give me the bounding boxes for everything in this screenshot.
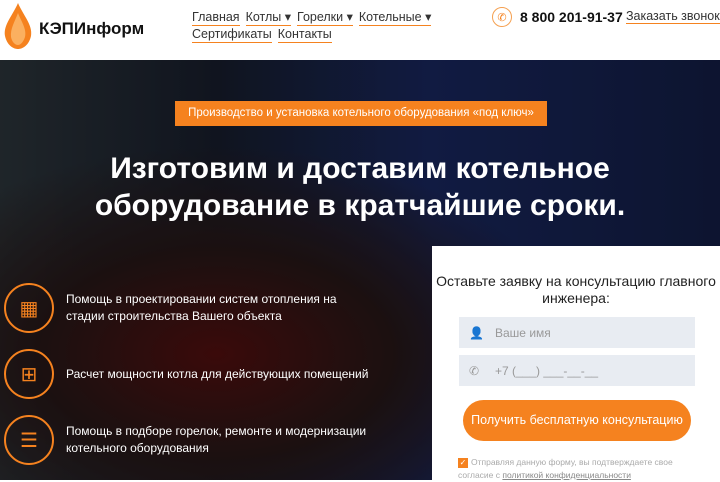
submit-button[interactable]: Получить бесплатную консультацию bbox=[463, 400, 691, 441]
phone-placeholder: +7 (___) ___-__-__ bbox=[495, 363, 599, 378]
feature-text: Помощь в подборе горелок, ремонте и моде… bbox=[66, 424, 367, 455]
phone-block[interactable]: ✆ 8 800 201-91-37 bbox=[492, 7, 623, 27]
feature-item: ☰ Помощь в подборе горелок, ремонте и мо… bbox=[4, 415, 376, 465]
privacy-link[interactable]: политикой конфиденциальности bbox=[502, 470, 631, 480]
nav-boilers[interactable]: Котлы ▾ bbox=[245, 9, 292, 26]
main-nav: Главная Котлы ▾ Горелки ▾ Котельные ▾ Серти… bbox=[192, 9, 452, 43]
user-icon: 👤 bbox=[469, 325, 484, 340]
phone-number: 8 800 201-91-37 bbox=[520, 9, 623, 25]
phone-input[interactable]: ✆ +7 (___) ___-__-__ bbox=[459, 355, 695, 386]
consent: ✓ Отправляя данную форму, вы подтверждает… bbox=[458, 456, 708, 482]
hero-title: Изготовим и доставим котельное оборудова… bbox=[94, 152, 626, 222]
feature-item: ▦ Помощь в проектировании систем отоплен… bbox=[4, 283, 376, 333]
logo-text: КЭПИнформ bbox=[39, 19, 145, 38]
feature-item: ⊞ Расчет мощности котла для действующих … bbox=[4, 349, 376, 399]
name-input[interactable]: 👤 Ваше имя bbox=[459, 317, 695, 348]
phone-icon: ✆ bbox=[469, 363, 480, 378]
consultation-form: Оставьте заявку на консультацию главного… bbox=[432, 246, 720, 480]
form-title: Оставьте заявку на консультацию главного… bbox=[436, 273, 716, 306]
feature-text: Помощь в проектировании систем отопления… bbox=[66, 292, 337, 323]
nav-home[interactable]: Главная bbox=[192, 9, 240, 26]
site-header: КЭПИнформ Главная Котлы ▾ Горелки ▾ Котельн… bbox=[0, 0, 720, 60]
nav-burners[interactable]: Горелки ▾ bbox=[297, 9, 353, 26]
nav-boiler-rooms[interactable]: Котельные ▾ bbox=[358, 9, 432, 26]
calculator-icon: ⊞ bbox=[4, 349, 54, 399]
sliders-icon: ☰ bbox=[4, 415, 54, 465]
consent-checkbox[interactable]: ✓ bbox=[458, 458, 468, 468]
feature-text: Расчет мощности котла для действующих по… bbox=[66, 366, 369, 381]
nav-certificates[interactable]: Сертификаты bbox=[192, 26, 272, 43]
phone-icon: ✆ bbox=[492, 7, 512, 27]
logo[interactable]: КЭПИнформ bbox=[3, 3, 144, 49]
hero-badge: Производство и установка котельного обор… bbox=[175, 101, 547, 126]
callback-link[interactable]: Заказать звонок bbox=[626, 9, 720, 24]
blueprint-icon: ▦ bbox=[4, 283, 54, 333]
name-placeholder: Ваше имя bbox=[495, 325, 551, 340]
flame-logo-icon bbox=[4, 3, 32, 49]
nav-contacts[interactable]: Контакты bbox=[277, 26, 332, 43]
